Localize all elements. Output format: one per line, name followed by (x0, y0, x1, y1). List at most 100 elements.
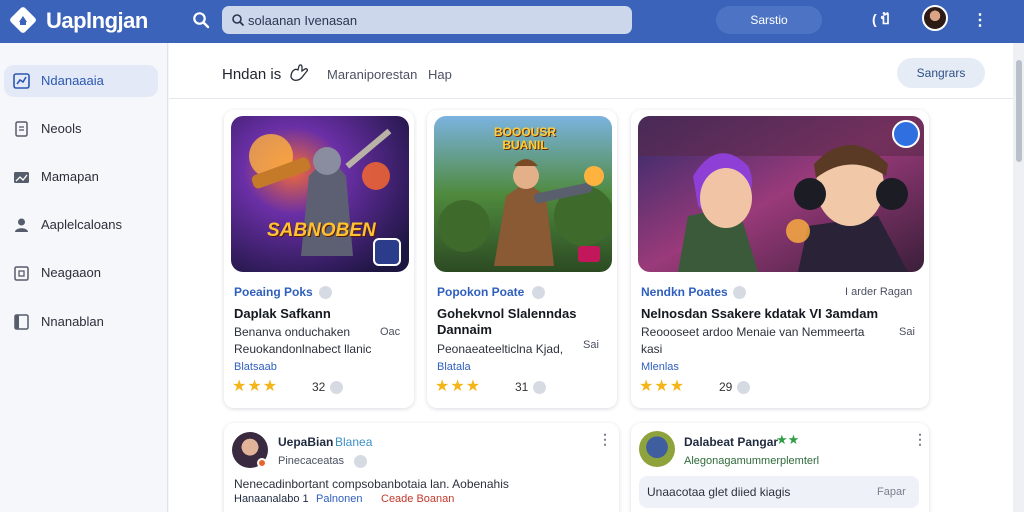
verified-icon (733, 286, 746, 299)
chart-icon (13, 73, 30, 89)
game-card[interactable]: Nendkn Poates I arder Ragan Nelnosdan Ss… (631, 110, 929, 408)
sidebar-item-label: Ndanaaaia (41, 73, 104, 88)
image-icon (14, 172, 29, 183)
sidebar-item-label: Nnanablan (41, 314, 104, 329)
rating-count: 29 (719, 380, 733, 394)
card-title-2: Dannaim (437, 322, 492, 337)
feed-post[interactable]: Dalabeat Pangar ★★ ⋮ Alegonagamummerplem… (631, 423, 929, 512)
sidebar-item-maps[interactable]: Mamapan (4, 161, 158, 193)
page-title: Hndan is (222, 66, 282, 83)
sidebar-item-label: Neools (41, 121, 82, 136)
rating-stars-icon: ★★ (776, 432, 800, 447)
card-tag[interactable]: Blatsaab (234, 361, 277, 373)
game-badge-icon (373, 238, 401, 266)
top-pill-button[interactable]: Sarstio (716, 6, 822, 34)
post-avatar[interactable] (639, 431, 675, 467)
star-rating: ★★★ (639, 378, 686, 395)
edit-badge-icon[interactable] (892, 120, 920, 148)
online-badge (257, 458, 267, 468)
header-action-button[interactable]: Sangrars (897, 58, 985, 88)
verified-icon (354, 455, 367, 468)
header-divider (169, 98, 1013, 99)
feed-post[interactable]: UepaBian Blanea Pinecaceatas ⋮ Nenecadin… (224, 423, 619, 512)
top-bar: Uaplngjan Sarstio ( ป้ ⋮ (0, 0, 1024, 43)
card-side-label: Sai (583, 339, 599, 351)
game-badge-icon (578, 246, 600, 262)
card-category: Poeaing Poks (234, 285, 313, 299)
game-artwork[interactable]: SABNOBEN (231, 116, 409, 272)
reply-field[interactable]: Unaacotaa glet diied kiagis Fapar (639, 476, 919, 508)
rating-count: 32 (312, 380, 326, 394)
post-text: Nenecadinbortant compsobanbotaia lan. Ao… (234, 477, 509, 491)
game-artwork[interactable]: BOOOUSR BUANIL (434, 116, 612, 272)
sidebar-item-applications[interactable]: Aaplelcaloans (4, 209, 158, 241)
search-field-icon (232, 14, 245, 27)
verified-icon (532, 286, 545, 299)
card-category: Popokon Poate (437, 285, 525, 299)
sidebar-item-label: Aaplelcaloans (41, 217, 122, 232)
star-rating: ★★★ (232, 378, 279, 395)
game-artwork[interactable] (638, 116, 924, 272)
sidebar-item-messages[interactable]: Neagaaon (4, 257, 158, 289)
card-description: Peonaeateelticlna Kjad, (437, 342, 564, 356)
card-description: Reoooseet ardoo Menaie van Nemmeerta (641, 325, 865, 339)
star-rating: ★★★ (435, 378, 482, 395)
post-author[interactable]: Dalabeat Pangar (684, 435, 778, 449)
app-title: Uaplngjan (46, 8, 148, 33)
search-icon[interactable] (192, 11, 210, 29)
book-icon (14, 314, 29, 330)
document-icon (15, 121, 28, 137)
post-menu-icon[interactable]: ⋮ (913, 431, 927, 448)
search-bar[interactable] (222, 6, 632, 34)
reply-action[interactable]: Fapar (877, 486, 906, 498)
card-description-2: kasi (641, 342, 663, 356)
calendar-icon (14, 266, 29, 281)
post-author[interactable]: UepaBian (278, 435, 333, 449)
reply-text: Unaacotaa glet diied kiagis (647, 485, 791, 499)
post-meta-user[interactable]: Hanaanalabo 1 (234, 493, 309, 505)
card-side-label: Sai (899, 326, 915, 338)
more-options-icon[interactable]: ⋮ (972, 10, 988, 30)
post-subtitle: Alegonagamummerplemterl (684, 455, 820, 467)
tab-recommended[interactable]: Maraniporestan (327, 67, 417, 82)
post-meta-flag[interactable]: Ceade Boanan (381, 493, 454, 505)
post-subtitle: Pinecaceatas (278, 455, 345, 467)
card-category: Nendkn Poates (641, 285, 728, 299)
card-description-2: Reuokandonlnabect llanic (234, 342, 372, 356)
post-meta-link[interactable]: Palnonen (316, 493, 363, 505)
card-tag[interactable]: Mlenlas (641, 361, 679, 373)
sidebar-item-dashboard[interactable]: Ndanaaaia (4, 65, 158, 97)
info-icon[interactable] (533, 381, 546, 394)
card-side-label: Oac (380, 326, 401, 338)
top-status-indicator[interactable]: ( ป้ (872, 9, 889, 31)
card-title[interactable]: Gohekvnol Slalenndas (437, 306, 576, 322)
app-logo-icon[interactable] (10, 7, 36, 33)
main-content: Hndan is Maraniporestan Hap Sangrars SAB… (169, 43, 1013, 512)
scrollbar-thumb[interactable] (1016, 60, 1022, 162)
game-art-logo: SABNOBEN (267, 220, 376, 241)
post-menu-icon[interactable]: ⋮ (598, 431, 612, 448)
tab-help[interactable]: Hap (428, 67, 452, 82)
info-icon[interactable] (737, 381, 750, 394)
sidebar-item-label: Neagaaon (41, 265, 101, 280)
sidebar-item-library[interactable]: Nnanablan (4, 306, 158, 338)
sidebar-item-tools[interactable]: Neools (4, 113, 158, 145)
card-description: Benanva onduchaken (234, 325, 351, 339)
card-title[interactable]: Daplak Safkann (234, 306, 331, 322)
user-avatar[interactable] (922, 5, 948, 31)
post-author-tag[interactable]: Blanea (335, 435, 372, 449)
user-icon (15, 218, 28, 232)
card-title[interactable]: Nelnosdan Ssakere kdatak VI 3amdam (641, 306, 878, 322)
game-art-logo: BOOOUSR BUANIL (493, 125, 556, 152)
game-card[interactable]: SABNOBEN Poeaing Poks Daplak Safkann Ben… (224, 110, 414, 408)
sidebar-item-label: Mamapan (41, 169, 99, 184)
game-card[interactable]: BOOOUSR BUANIL Popokon Poate Gohekvnol S… (427, 110, 617, 408)
rating-count: 31 (515, 380, 529, 394)
search-input[interactable] (248, 10, 618, 30)
verified-icon (319, 286, 332, 299)
hand-wave-icon (290, 64, 309, 81)
sidebar: Ndanaaaia Neools Mamapan Aaplelcaloans N… (0, 43, 168, 512)
card-category-side: I arder Ragan (845, 286, 913, 298)
card-tag[interactable]: Blatala (437, 361, 471, 373)
info-icon[interactable] (330, 381, 343, 394)
